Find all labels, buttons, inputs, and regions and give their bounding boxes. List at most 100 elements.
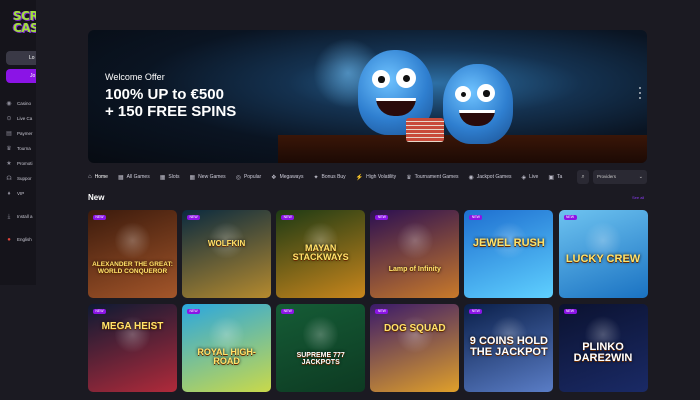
tab-jackpot-games[interactable]: ◉ Jackpot Games <box>469 174 512 181</box>
game-tile[interactable]: NEW ROYAL HIGH-ROAD <box>182 304 272 392</box>
game-title: JEWEL RUSH <box>472 237 545 249</box>
tab-bonus-buy[interactable]: ✦ Bonus Buy <box>313 174 345 181</box>
sidebar-item-casino[interactable]: ◉ Casino <box>0 96 36 111</box>
game-artwork <box>114 220 151 261</box>
sidebar-item-payments[interactable]: ▤ Paymer <box>0 126 36 141</box>
tab-label: Live <box>529 174 539 180</box>
game-title: LUCKY CREW <box>565 253 641 265</box>
sidebar-item-label: Tourna <box>17 146 31 151</box>
tab-megaways[interactable]: ❖ Megaways <box>271 174 303 181</box>
tab-label: Bonus Buy <box>321 174 346 180</box>
game-tile[interactable]: NEW JEWEL RUSH <box>464 210 554 298</box>
jackpot-icon: ◉ <box>468 174 474 181</box>
carousel-dot[interactable] <box>639 87 641 89</box>
tab-tournament-games[interactable]: ♛ Tournament Games <box>406 174 458 181</box>
sidebar-item-label: Live Ca <box>17 116 33 121</box>
grid-icon: ▦ <box>117 174 124 181</box>
tab-all-games[interactable]: ▦ All Games <box>118 174 150 181</box>
tab-label: High Volatility <box>366 174 397 180</box>
chevron-down-icon: ⌄ <box>638 174 643 180</box>
see-all-link[interactable]: See all <box>632 195 644 200</box>
tab-label: New Games <box>198 174 226 180</box>
tab-label: Ta <box>556 174 563 180</box>
game-artwork <box>302 314 339 355</box>
join-button[interactable]: Jo <box>6 69 36 83</box>
tab-popular[interactable]: ◎ Popular <box>236 174 261 181</box>
new-badge: NEW <box>187 309 201 314</box>
live-casino-icon: ⊙ <box>6 115 12 122</box>
sidebar-item-label: VIP <box>17 191 25 196</box>
logo-line-2: CAS <box>13 21 36 35</box>
logo[interactable]: SCR CAS <box>13 10 36 34</box>
sidebar-item-language[interactable]: ● English <box>0 232 36 247</box>
tab-label: Popular <box>243 174 262 180</box>
casino-icon: ◉ <box>6 100 12 107</box>
carousel-dot[interactable] <box>639 97 641 99</box>
providers-select[interactable]: Providers ⌄ <box>593 170 647 184</box>
sidebar-nav: ◉ Casino ⊙ Live Ca ▤ Paymer ♛ Tourna ★ Promot… <box>0 96 36 247</box>
game-tile[interactable]: NEW SUPREME 777 JACKPOTS <box>276 304 366 392</box>
carousel-dots[interactable] <box>639 87 641 102</box>
game-title: WOLFKIN <box>207 239 246 248</box>
monster-mouth <box>459 110 495 126</box>
tab-live[interactable]: ◈ Live <box>522 174 539 181</box>
support-icon: ☊ <box>6 175 12 182</box>
tab-table[interactable]: ▣ Ta <box>548 174 562 181</box>
sidebar-item-label: Casino <box>17 101 32 106</box>
new-badge: NEW <box>93 215 106 220</box>
vip-icon: ♦ <box>7 190 11 197</box>
sidebar-item-promotions[interactable]: ★ Promoti <box>0 156 36 171</box>
game-title: Lamp of Infinity <box>388 266 441 273</box>
tab-label: Tournament Games <box>414 174 459 180</box>
game-title: MEGA HEIST <box>101 321 164 332</box>
game-tile[interactable]: NEW MAYAN STACKWAYS <box>276 210 366 298</box>
volatility-icon: ⚡ <box>355 174 364 181</box>
install-icon: ⤓ <box>7 213 11 220</box>
sidebar-item-tournaments[interactable]: ♛ Tourna <box>0 141 36 156</box>
game-tile[interactable]: NEW 9 COINS HOLD THE JACKPOT <box>464 304 554 392</box>
search-icon[interactable]: ⌕ <box>577 170 589 184</box>
game-tile[interactable]: NEW DOG SQUAD <box>370 304 460 392</box>
carousel-dot[interactable] <box>639 92 641 94</box>
game-artwork <box>396 220 433 261</box>
tab-label: Jackpot Games <box>476 174 512 180</box>
new-badge: NEW <box>563 309 577 314</box>
tournament-icon: ♛ <box>406 174 412 181</box>
tab-label: Megaways <box>279 174 304 180</box>
blue-monster-artwork <box>443 64 513 144</box>
tab-new-games[interactable]: ▦ New Games <box>190 174 226 181</box>
sidebar-item-label: English <box>17 237 32 242</box>
tab-label: All Games <box>126 174 150 180</box>
tab-home[interactable]: ⌂ Home <box>88 174 108 180</box>
tournaments-icon: ♛ <box>6 145 12 152</box>
game-artwork <box>396 314 433 355</box>
new-badge: NEW <box>187 215 201 220</box>
tab-high-volatility[interactable]: ⚡ High Volatility <box>356 174 397 181</box>
hero-text: Welcome Offer 100% UP to €500 + 150 FREE… <box>105 72 236 120</box>
sidebar-item-label: Paymer <box>17 131 33 136</box>
game-title: ALEXANDER THE GREAT: WORLD CONQUEROR <box>92 261 173 275</box>
sidebar-item-label: Install a <box>17 214 33 219</box>
promotions-icon: ★ <box>6 160 12 167</box>
sidebar-item-vip[interactable]: ♦ VIP <box>0 186 36 201</box>
table-icon: ▣ <box>548 174 554 181</box>
game-tile[interactable]: NEW MEGA HEIST <box>88 304 177 392</box>
monster-eye <box>477 84 495 102</box>
sidebar-item-live-casino[interactable]: ⊙ Live Ca <box>0 111 36 126</box>
game-tile[interactable]: NEW LUCKY CREW <box>558 210 648 298</box>
game-tile[interactable]: NEW PLINKO DARE2WIN <box>558 304 648 392</box>
chip-stack-artwork <box>406 118 444 142</box>
login-button[interactable]: Lo <box>6 51 36 65</box>
hero-banner[interactable]: Welcome Offer 100% UP to €500 + 150 FREE… <box>88 30 647 163</box>
tab-slots[interactable]: ▦ Slots <box>160 174 180 181</box>
monster-eye <box>396 68 416 88</box>
sidebar-item-install[interactable]: ⤓ Install a <box>0 209 36 224</box>
game-tile[interactable]: NEW WOLFKIN <box>182 210 272 298</box>
monster-eye <box>372 70 390 88</box>
game-tile[interactable]: NEW ALEXANDER THE GREAT: WORLD CONQUEROR <box>88 210 177 298</box>
tab-label: Home <box>94 174 108 180</box>
game-tile[interactable]: NEW Lamp of Infinity <box>370 210 460 298</box>
sidebar-item-label: Promoti <box>17 161 33 166</box>
sidebar-item-support[interactable]: ☊ Suppor <box>0 171 36 186</box>
home-icon: ⌂ <box>88 174 92 180</box>
